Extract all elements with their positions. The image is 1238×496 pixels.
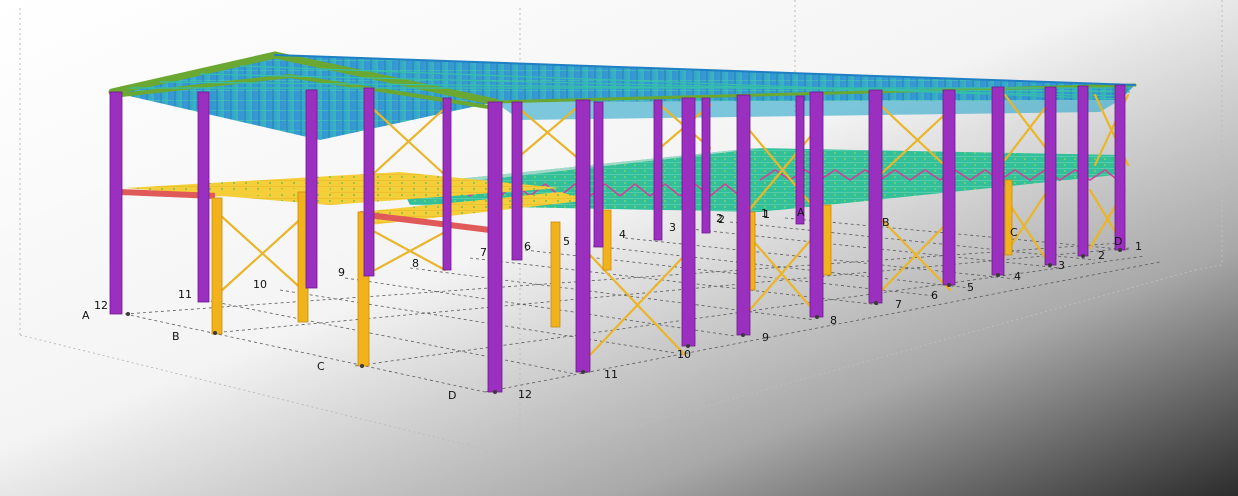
grid-label-right-7: 7	[895, 298, 902, 311]
grid-label-far-b: B	[882, 216, 890, 229]
grid-label-c: C	[317, 360, 325, 373]
grid-label-right-12: 12	[518, 388, 532, 401]
grid-label-right-9: 9	[762, 331, 769, 344]
grid-label-right-2: 2	[1098, 249, 1105, 262]
grid-label-b: B	[172, 330, 180, 343]
grid-label-right-4: 4	[1014, 270, 1021, 283]
structural-3d-model[interactable]: A B C D 12 11 10 9 8 7 6 5 4 3 2 1 A B C…	[0, 0, 1238, 496]
grid-label-right-8: 8	[830, 314, 837, 327]
grid-label-3: 3	[669, 221, 676, 234]
grid-label-inner-2: 2	[716, 212, 723, 225]
grid-label-inner-1: 1	[761, 207, 768, 220]
model-viewport[interactable]: A B C D 12 11 10 9 8 7 6 5 4 3 2 1 A B C…	[0, 0, 1238, 496]
grid-label-12: 12	[94, 299, 108, 312]
grid-label-6: 6	[524, 240, 531, 253]
grid-label-right-10: 10	[677, 348, 691, 361]
grid-label-8: 8	[412, 257, 419, 270]
grid-label-9: 9	[338, 266, 345, 279]
grid-label-5: 5	[563, 235, 570, 248]
grid-label-11: 11	[178, 288, 192, 301]
grid-label-far-a: A	[797, 206, 805, 219]
grid-label-right-1: 1	[1135, 240, 1142, 253]
grid-label-right-6: 6	[931, 289, 938, 302]
grid-label-far-d: D	[1114, 235, 1122, 248]
grid-label-right-5: 5	[967, 281, 974, 294]
grid-label-a: A	[82, 309, 90, 322]
grid-label-right-11: 11	[604, 368, 618, 381]
grid-label-right-3: 3	[1058, 259, 1065, 272]
grid-label-7: 7	[480, 246, 487, 259]
grid-label-4: 4	[619, 228, 626, 241]
grid-label-10: 10	[253, 278, 267, 291]
grid-label-d: D	[448, 389, 456, 402]
grid-label-far-c: C	[1010, 226, 1018, 239]
